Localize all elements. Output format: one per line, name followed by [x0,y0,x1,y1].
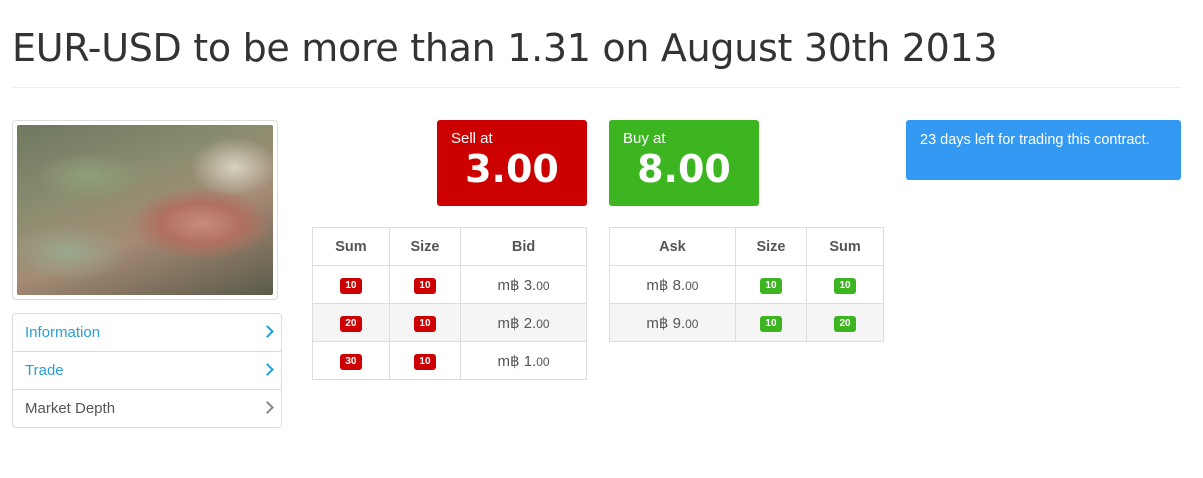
ask-price: m฿ 9.00 [646,315,698,332]
chevron-right-icon [261,363,274,376]
column-header-size: Size [734,227,808,266]
size-cell: 10 [734,265,808,304]
column-header-bid: Bid [460,227,587,266]
ask-price-cents: 00 [685,278,699,293]
bid-price-cents: 00 [536,354,550,369]
sum-badge: 20 [834,315,856,332]
ask-price-main: m฿ 8. [646,276,686,294]
bid-cell: m฿ 1.00 [460,341,587,380]
sum-cell: 10 [806,265,884,304]
size-cell: 10 [388,303,462,342]
sum-cell: 20 [806,303,884,342]
sidebar-item-trade[interactable]: Trade [13,352,281,390]
column-header-size: Size [388,227,462,266]
sum-badge: 20 [340,315,362,332]
bid-price-main: m฿ 1. [497,352,537,370]
ask-cell: m฿ 9.00 [609,303,736,342]
sum-badge: 10 [340,277,362,294]
column-header-sum: Sum [806,227,884,266]
bid-table: Sum Size Bid 10 10 m฿ 3.00 20 10 m฿ 2.00… [312,227,587,380]
buy-price-box[interactable]: Buy at 8.00 [609,120,759,206]
size-badge: 10 [760,315,782,332]
bid-price: m฿ 2.00 [498,315,550,332]
chevron-right-icon [261,325,274,338]
bid-price: m฿ 3.00 [498,277,550,294]
bid-price: m฿ 1.00 [498,353,550,370]
column-header-ask: Ask [609,227,736,266]
ask-price: m฿ 8.00 [646,277,698,294]
size-cell: 10 [388,341,462,380]
title-divider [12,87,1181,88]
sell-price-box[interactable]: Sell at 3.00 [437,120,587,206]
sidebar-item-label: Trade [25,362,64,379]
size-cell: 10 [734,303,808,342]
sidebar-item-label: Information [25,324,101,341]
size-badge: 10 [414,315,436,332]
money-photo [17,125,273,295]
bid-cell: m฿ 2.00 [460,303,587,342]
size-cell: 10 [388,265,462,304]
size-badge: 10 [760,277,782,294]
sidebar-item-information[interactable]: Information [13,314,281,352]
table-row: m฿ 9.00 10 20 [609,303,884,342]
size-badge: 10 [414,277,436,294]
bid-price-cents: 00 [536,278,550,293]
ask-price-cents: 00 [685,316,699,331]
sum-cell: 20 [312,303,390,342]
ask-cell: m฿ 8.00 [609,265,736,304]
buy-value: 8.00 [637,147,731,191]
size-badge: 10 [414,353,436,370]
bid-price-main: m฿ 3. [497,276,537,294]
ask-table: Ask Size Sum m฿ 8.00 10 10 m฿ 9.00 10 20 [609,227,884,342]
table-row: 20 10 m฿ 2.00 [312,303,587,342]
table-row: 10 10 m฿ 3.00 [312,265,587,304]
column-header-sum: Sum [312,227,390,266]
bid-cell: m฿ 3.00 [460,265,587,304]
days-left-notice: 23 days left for trading this contract. [906,120,1181,180]
table-header-row: Ask Size Sum [609,227,884,266]
sum-cell: 30 [312,341,390,380]
contract-image [12,120,278,300]
table-row: m฿ 8.00 10 10 [609,265,884,304]
table-header-row: Sum Size Bid [312,227,587,266]
chevron-right-icon [261,401,274,414]
sum-badge: 30 [340,353,362,370]
bid-price-cents: 00 [536,316,550,331]
sum-cell: 10 [312,265,390,304]
sidebar-item-market-depth[interactable]: Market Depth [13,390,281,427]
buy-label: Buy at [623,130,666,147]
side-navigation: Information Trade Market Depth [12,313,282,428]
sidebar-item-label: Market Depth [25,400,116,417]
sell-value: 3.00 [465,147,559,191]
sum-badge: 10 [834,277,856,294]
ask-price-main: m฿ 9. [646,314,686,332]
page-title: EUR-USD to be more than 1.31 on August 3… [12,26,998,70]
bid-price-main: m฿ 2. [497,314,537,332]
table-row: 30 10 m฿ 1.00 [312,341,587,380]
sell-label: Sell at [451,130,493,147]
